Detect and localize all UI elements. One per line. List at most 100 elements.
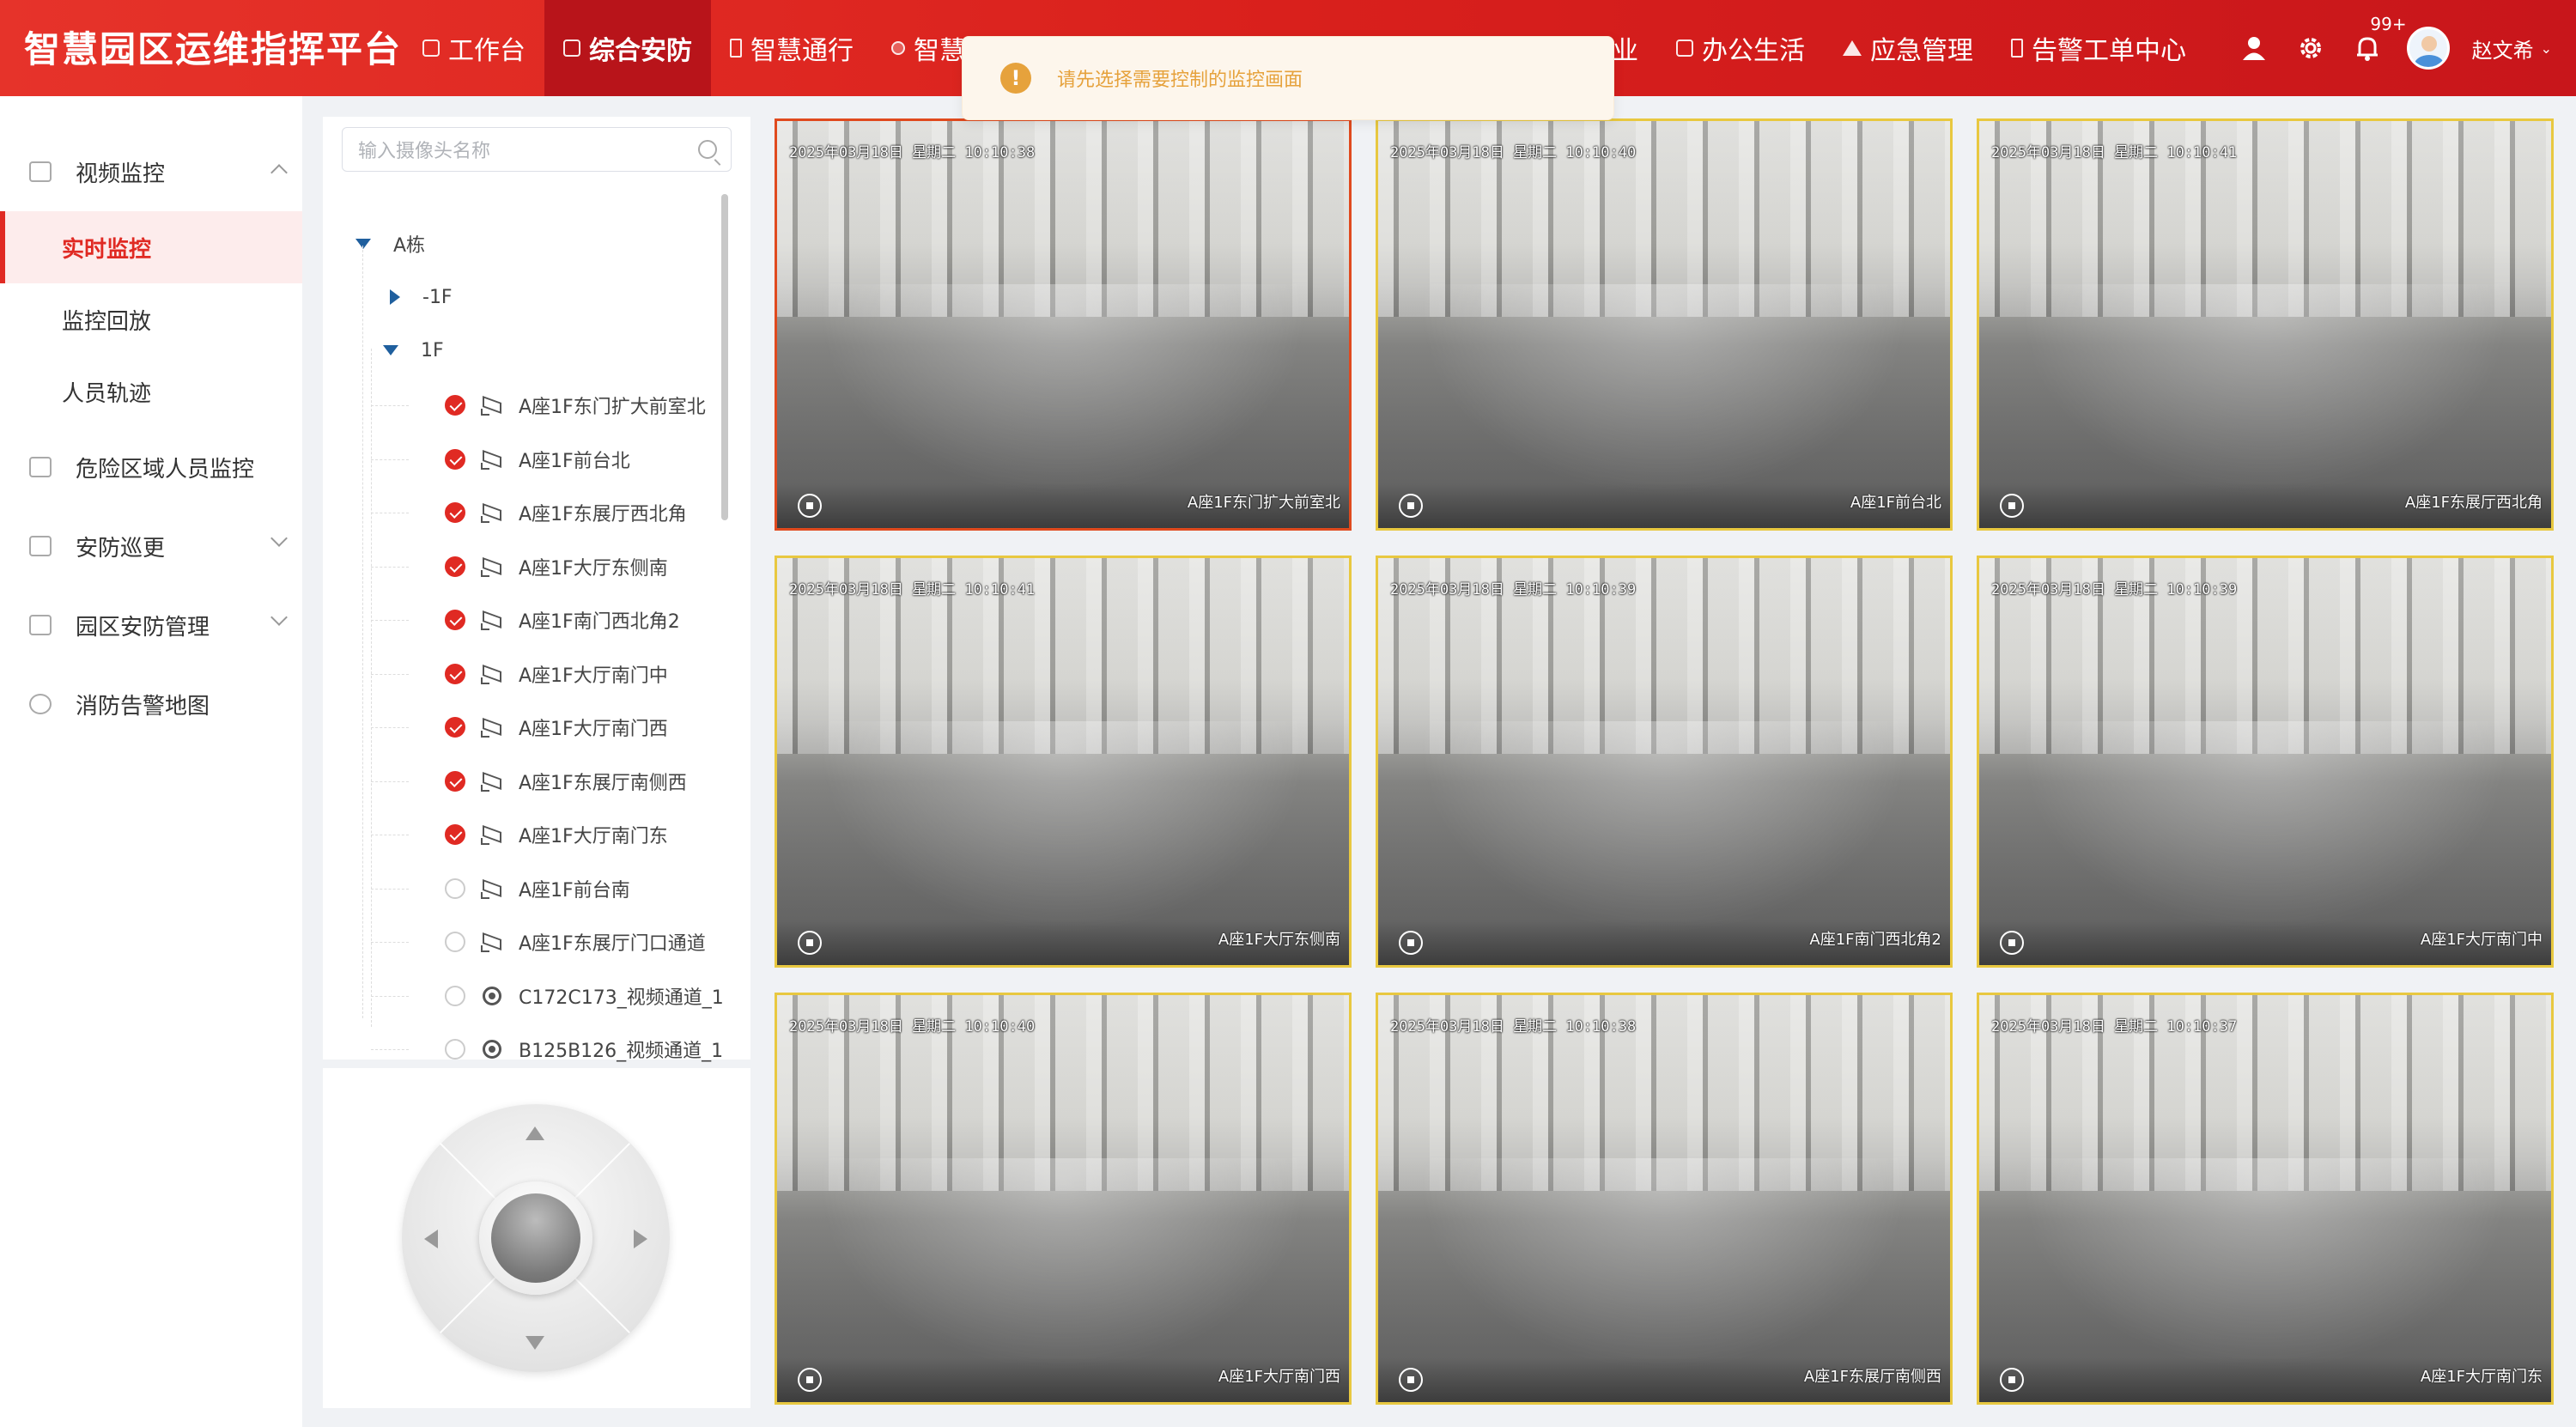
- header-tools: 99+ 赵文希 ⌄: [2237, 0, 2552, 96]
- camera-tree-item[interactable]: A座1F南门西北角2: [445, 594, 680, 646]
- ptz-down-icon[interactable]: [526, 1336, 544, 1350]
- tree-node-floor-1f[interactable]: 1F: [383, 325, 444, 376]
- guard-icon: [29, 536, 52, 556]
- username[interactable]: 赵文希: [2472, 33, 2534, 64]
- ptz-center-button[interactable]: [479, 1181, 592, 1295]
- camera-name: A座1F南门西北角2: [519, 611, 680, 633]
- video-tile[interactable]: 2025年03月18日 星期二 10:10:37 A座1F大厅南门东: [1977, 993, 2554, 1405]
- search-icon[interactable]: [698, 140, 717, 159]
- unchecked-radio[interactable]: [445, 985, 465, 1006]
- sidebar-item-playback[interactable]: 监控回放: [0, 283, 302, 355]
- video-tile[interactable]: 2025年03月18日 星期二 10:10:40 A座1F前台北: [1376, 118, 1953, 531]
- nav-label: 智慧通行: [750, 36, 854, 66]
- camera-tree-item[interactable]: A座1F大厅南门西: [445, 701, 668, 753]
- camera-tree-item[interactable]: A座1F大厅南门中: [445, 648, 668, 700]
- sidebar-item-danger-zone[interactable]: 危险区域人员监控: [0, 428, 302, 507]
- sidebar-item-park-security[interactable]: 园区安防管理: [0, 586, 302, 665]
- stop-icon[interactable]: [798, 494, 822, 518]
- video-tile[interactable]: 2025年03月18日 星期二 10:10:41 A座1F东展厅西北角: [1977, 118, 2554, 531]
- nav-workbench[interactable]: 工作台: [404, 0, 544, 96]
- video-timestamp: 2025年03月18日 星期二 10:10:39: [1390, 581, 1637, 598]
- checked-radio[interactable]: [445, 556, 465, 577]
- bullet-camera-icon: [481, 826, 503, 845]
- video-tile[interactable]: 2025年03月18日 星期二 10:10:41 A座1F大厅东侧南: [775, 556, 1352, 968]
- video-tile[interactable]: 2025年03月18日 星期二 10:10:38 A座1F东门扩大前室北: [775, 118, 1352, 531]
- nav-label: 工作台: [448, 36, 526, 66]
- tree-node-building[interactable]: A栋: [355, 218, 425, 270]
- tree-guide-line: [371, 780, 409, 782]
- sidebar-item-live[interactable]: 实时监控: [0, 211, 302, 283]
- stop-icon[interactable]: [2000, 931, 2024, 955]
- video-timestamp: 2025年03月18日 星期二 10:10:37: [1991, 1018, 2238, 1035]
- search-input[interactable]: 输入摄像头名称: [342, 127, 732, 172]
- bell-icon[interactable]: 99+: [2350, 14, 2407, 65]
- nav-security[interactable]: 综合安防: [544, 0, 711, 96]
- nav-office-life[interactable]: 办公生活: [1657, 0, 1824, 96]
- stop-icon[interactable]: [798, 1368, 822, 1392]
- tree-node-label: 1F: [421, 339, 444, 361]
- nav-alarm-center[interactable]: 告警工单中心: [1992, 0, 2205, 96]
- nav-label: 告警工单中心: [2032, 36, 2186, 66]
- nav-emergency[interactable]: 应急管理: [1824, 0, 1992, 96]
- tree-guide-line: [371, 458, 409, 460]
- tree-scrollbar[interactable]: [721, 194, 728, 520]
- stop-icon[interactable]: [1399, 931, 1423, 955]
- video-tile[interactable]: 2025年03月18日 星期二 10:10:40 A座1F大厅南门西: [775, 993, 1352, 1405]
- checked-radio[interactable]: [445, 663, 465, 684]
- caret-right-icon[interactable]: [390, 289, 400, 305]
- video-camera-name: A座1F大厅南门中: [2420, 931, 2543, 949]
- stop-icon[interactable]: [1399, 494, 1423, 518]
- checked-radio[interactable]: [445, 770, 465, 792]
- ptz-joystick[interactable]: [402, 1104, 670, 1372]
- app-title: 智慧园区运维指挥平台: [24, 28, 403, 70]
- caret-down-icon[interactable]: [355, 239, 371, 249]
- tree-node-floor-b1[interactable]: -1F: [390, 271, 453, 323]
- unchecked-radio[interactable]: [445, 877, 465, 899]
- video-tile[interactable]: 2025年03月18日 星期二 10:10:38 A座1F东展厅南侧西: [1376, 993, 1953, 1405]
- checked-radio[interactable]: [445, 502, 465, 523]
- unchecked-radio[interactable]: [445, 932, 465, 952]
- ptz-up-icon[interactable]: [526, 1126, 544, 1140]
- checked-radio[interactable]: [445, 395, 465, 416]
- fire-map-icon: [29, 694, 52, 714]
- sidebar-item-patrol[interactable]: 安防巡更: [0, 507, 302, 586]
- unchecked-radio[interactable]: [445, 1039, 465, 1060]
- camera-tree-item[interactable]: A座1F前台北: [445, 434, 630, 485]
- settings-icon[interactable]: [2293, 31, 2328, 65]
- camera-tree-item[interactable]: A座1F东门扩大前室北: [445, 380, 706, 431]
- nav-label: 应急管理: [1870, 36, 1973, 66]
- camera-tree-item[interactable]: C172C173_视频通道_1: [445, 970, 724, 1022]
- chevron-down-icon[interactable]: ⌄: [2541, 40, 2552, 57]
- camera-tree-item[interactable]: A座1F大厅南门东: [445, 809, 668, 860]
- camera-tree-item[interactable]: A座1F前台南: [445, 863, 630, 914]
- checked-radio[interactable]: [445, 717, 465, 738]
- video-tile[interactable]: 2025年03月18日 星期二 10:10:39 A座1F大厅南门中: [1977, 556, 2554, 968]
- camera-tree-item[interactable]: A座1F东展厅西北角: [445, 487, 687, 538]
- camera-tree-item[interactable]: A座1F东展厅门口通道: [445, 916, 706, 968]
- sidebar-item-fire-map[interactable]: 消防告警地图: [0, 665, 302, 744]
- sliders-icon: [29, 457, 52, 477]
- caret-down-icon[interactable]: [383, 345, 398, 355]
- camera-name: A座1F东展厅西北角: [519, 504, 687, 525]
- camera-tree-item[interactable]: B125B126_视频通道_1: [445, 1023, 723, 1075]
- stop-icon[interactable]: [2000, 1368, 2024, 1392]
- stop-icon[interactable]: [2000, 494, 2024, 518]
- user-icon[interactable]: [2237, 31, 2271, 65]
- sidebar-item-track[interactable]: 人员轨迹: [0, 355, 302, 428]
- stop-icon[interactable]: [798, 931, 822, 955]
- avatar[interactable]: [2406, 27, 2450, 70]
- ptz-left-icon[interactable]: [424, 1230, 438, 1248]
- video-timestamp: 2025年03月18日 星期二 10:10:41: [1991, 144, 2238, 161]
- sidebar-item-video-monitor[interactable]: 视频监控: [0, 132, 302, 211]
- checked-radio[interactable]: [445, 448, 465, 470]
- ptz-right-icon[interactable]: [634, 1230, 647, 1248]
- camera-tree-item[interactable]: A座1F大厅东侧南: [445, 541, 668, 592]
- video-timestamp: 2025年03月18日 星期二 10:10:40: [1390, 144, 1637, 161]
- stop-icon[interactable]: [1399, 1368, 1423, 1392]
- toast-message: 请先选择需要控制的监控画面: [1057, 70, 1303, 91]
- video-tile[interactable]: 2025年03月18日 星期二 10:10:39 A座1F南门西北角2: [1376, 556, 1953, 968]
- checked-radio[interactable]: [445, 824, 465, 845]
- nav-access[interactable]: 智慧通行: [711, 0, 872, 96]
- checked-radio[interactable]: [445, 610, 465, 630]
- camera-tree-item[interactable]: A座1F东展厅南侧西: [445, 756, 687, 807]
